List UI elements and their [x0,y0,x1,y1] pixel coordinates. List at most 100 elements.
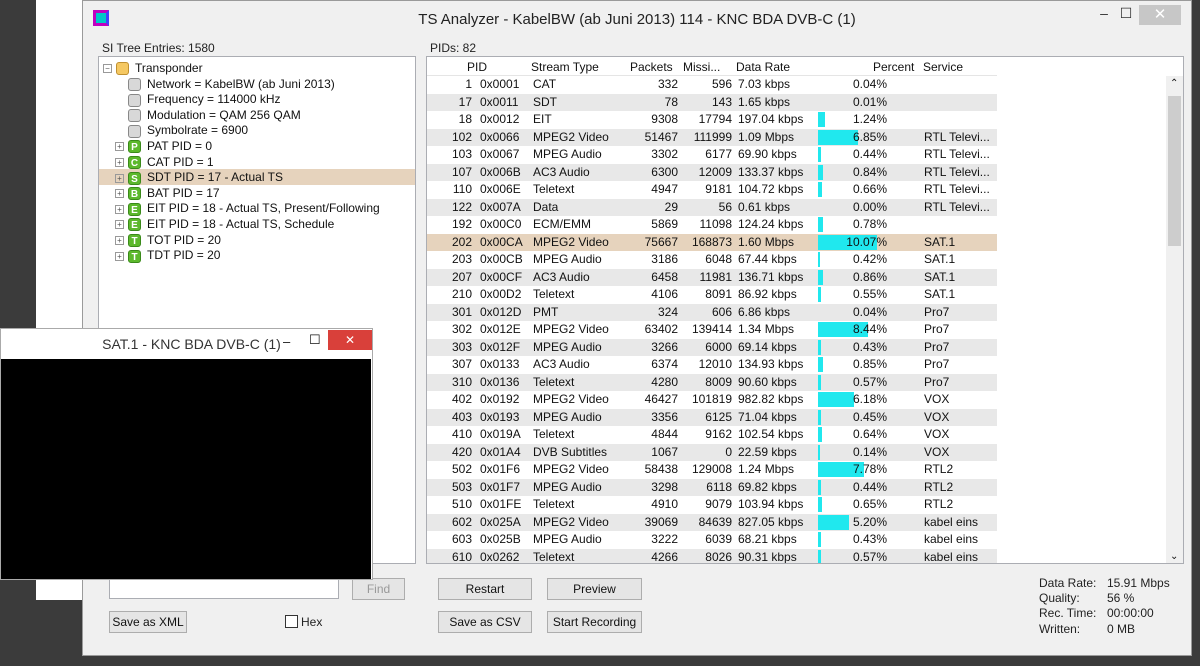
service: RTL2 [924,462,954,476]
popup-minimize-button[interactable]: – [283,334,290,349]
table-row[interactable]: 192 0x00C0 ECM/EMM 5869 11098 124.24 kbps 0.78… [427,216,997,234]
tree-node[interactable]: Frequency = 114000 kHz [99,91,415,107]
column-header[interactable]: Percent [873,60,914,74]
table-row[interactable]: 602 0x025A MPEG2 Video 39069 84639 827.05 kbp… [427,513,997,531]
table-row[interactable]: 302 0x012E MPEG2 Video 63402 139414 1.34 Mbps… [427,321,997,339]
save-as-xml-button[interactable]: Save as XML [109,611,187,633]
save-as-csv-button[interactable]: Save as CSV [438,611,532,633]
data-rate: 103.94 kbps [738,497,804,511]
expander-icon[interactable]: + [115,157,124,167]
stream-type: MPEG2 Video [533,392,609,406]
table-row[interactable]: 503 0x01F7 MPEG Audio 3298 6118 69.82 kbps 0.4… [427,478,997,496]
data-rate: 1.60 Mbps [738,234,795,249]
table-row[interactable]: 403 0x0193 MPEG Audio 3356 6125 71.04 kbps 0.4… [427,408,997,426]
popup-maximize-button[interactable]: ☐ [309,332,321,348]
tree-node-label: Network = KabelBW (ab Juni 2013) [147,76,335,91]
stream-type: Teletext [533,549,575,564]
expander-icon[interactable]: − [103,64,112,74]
tree-node[interactable]: Modulation = QAM 256 QAM [99,107,415,123]
table-row[interactable]: 303 0x012F MPEG Audio 3266 6000 69.14 kbps 0.4… [427,338,997,356]
popup-close-button[interactable]: ✕ [328,330,372,350]
percent: 0.66% [852,182,887,196]
table-row[interactable]: 402 0x0192 MPEG2 Video 46427 101819 982.82 kb… [427,391,997,409]
find-button[interactable]: Find [352,578,405,600]
tree-node[interactable]: + S SDT PID = 17 - Actual TS [99,169,415,186]
stream-type: MPEG Audio [533,147,602,161]
table-row[interactable]: 310 0x0136 Teletext 4280 8009 90.60 kbps 0.57%… [427,373,997,391]
table-row[interactable]: 202 0x00CA MPEG2 Video 75667 168873 1.60 Mbps… [427,233,997,251]
column-header[interactable]: Data Rate [736,60,790,74]
table-row[interactable]: 122 0x007A Data 29 56 0.61 kbps 0.00% RTL Telev… [427,198,997,216]
stream-type: MPEG2 Video [533,514,609,529]
column-header[interactable]: Packets [630,60,673,74]
table-row[interactable]: 110 0x006E Teletext 4947 9181 104.72 kbps 0.66… [427,181,997,199]
vertical-scrollbar[interactable]: ⌃ ⌄ [1166,76,1183,563]
tree-node[interactable]: − Transponder [99,60,415,76]
tree-node[interactable]: + P PAT PID = 0 [99,138,415,154]
expander-icon[interactable]: + [115,173,124,183]
packets: 39069 [644,514,678,529]
table-row[interactable]: 17 0x0011 SDT 78 143 1.65 kbps 0.01% [427,93,997,111]
pid-list[interactable]: PID Stream Type Packets Missi... Data Rate Pe… [426,56,1184,564]
scrollbar-thumb[interactable] [1168,96,1181,246]
tree-node[interactable]: Network = KabelBW (ab Juni 2013) [99,76,415,92]
table-row[interactable]: 410 0x019A Teletext 4844 9162 102.54 kbps 0.64… [427,426,997,444]
expander-icon[interactable]: + [115,251,124,261]
stream-type: MPEG Audio [533,479,602,494]
expander-icon[interactable]: + [115,235,124,245]
data-rate-label: Data Rate: [1039,576,1097,590]
table-row[interactable]: 103 0x0067 MPEG Audio 3302 6177 69.90 kbps 0.4… [427,146,997,164]
restart-button[interactable]: Restart [438,578,532,600]
table-row[interactable]: 307 0x0133 AC3 Audio 6374 12010 134.93 kbps 0.… [427,356,997,374]
expander-icon[interactable]: + [115,189,124,199]
find-input[interactable] [109,579,339,599]
table-row[interactable]: 502 0x01F6 MPEG2 Video 58438 129008 1.24 Mbps… [427,461,997,479]
table-row[interactable]: 102 0x0066 MPEG2 Video 51467 111999 1.09 Mbps… [427,128,997,146]
tree-node[interactable]: + C CAT PID = 1 [99,154,415,170]
percent: 0.57% [852,549,887,564]
preview-button[interactable]: Preview [547,578,642,600]
packets: 3356 [651,409,678,424]
expander-icon[interactable]: + [115,220,124,230]
table-row[interactable]: 420 0x01A4 DVB Subtitles 1067 0 22.59 kbps 0.1… [427,443,997,461]
table-row[interactable]: 207 0x00CF AC3 Audio 6458 11981 136.71 kbps 0.… [427,268,997,286]
column-header[interactable]: Stream Type [531,60,599,74]
tree-node[interactable]: Symbolrate = 6900 [99,122,415,138]
table-row[interactable]: 18 0x0012 EIT 9308 17794 197.04 kbps 1.24% [427,111,997,129]
start-recording-button[interactable]: Start Recording [547,611,642,633]
expander-icon[interactable]: + [115,204,124,214]
table-row[interactable]: 510 0x01FE Teletext 4910 9079 103.94 kbps 0.65… [427,496,997,514]
tree-node[interactable]: + T TDT PID = 20 [99,247,415,263]
tree-node[interactable]: + E EIT PID = 18 - Actual TS, Present/Foll… [99,200,415,216]
close-button[interactable]: ✕ [1139,5,1181,25]
tree-node[interactable]: + B BAT PID = 17 [99,185,415,201]
hex-checkbox[interactable] [285,615,298,628]
scroll-up-icon[interactable]: ⌃ [1170,78,1178,89]
data-rate: 90.31 kbps [738,549,797,564]
column-header[interactable]: PID [467,60,487,74]
table-row[interactable]: 203 0x00CB MPEG Audio 3186 6048 67.44 kbps 0.4… [427,251,997,269]
missing: 9162 [705,427,732,441]
scroll-down-icon[interactable]: ⌄ [1170,551,1178,562]
table-row[interactable]: 610 0x0262 Teletext 4266 8026 90.31 kbps 0.57%… [427,548,997,564]
table-row[interactable]: 603 0x025B MPEG Audio 3222 6039 68.21 kbps 0.4… [427,531,997,549]
data-rate: 982.82 kbps [738,392,804,406]
tree-node[interactable]: + T TOT PID = 20 [99,232,415,248]
column-header[interactable]: Missi... [683,60,720,74]
tree-node-label: Transponder [135,61,203,75]
pid-hex: 0x007A [480,199,521,214]
service: RTL2 [924,479,954,494]
table-row[interactable]: 1 0x0001 CAT 332 596 7.03 kbps 0.04% [427,76,997,94]
table-row[interactable]: 301 0x012D PMT 324 606 6.86 kbps 0.04% Pro7 [427,303,997,321]
service: RTL Televi... [924,199,990,214]
maximize-button[interactable]: ☐ [1111,5,1141,25]
packets: 4280 [651,374,678,389]
table-row[interactable]: 210 0x00D2 Teletext 4106 8091 86.92 kbps 0.55%… [427,286,997,304]
data-rate: 69.14 kbps [738,339,797,354]
tree-node[interactable]: + E EIT PID = 18 - Actual TS, Schedule [99,216,415,232]
table-row[interactable]: 107 0x006B AC3 Audio 6300 12009 133.37 kbps 0.… [427,163,997,181]
pid-decimal: 110 [452,182,472,196]
column-header[interactable]: Service [923,60,963,74]
pid-hex: 0x006E [480,182,521,196]
expander-icon[interactable]: + [115,142,124,152]
